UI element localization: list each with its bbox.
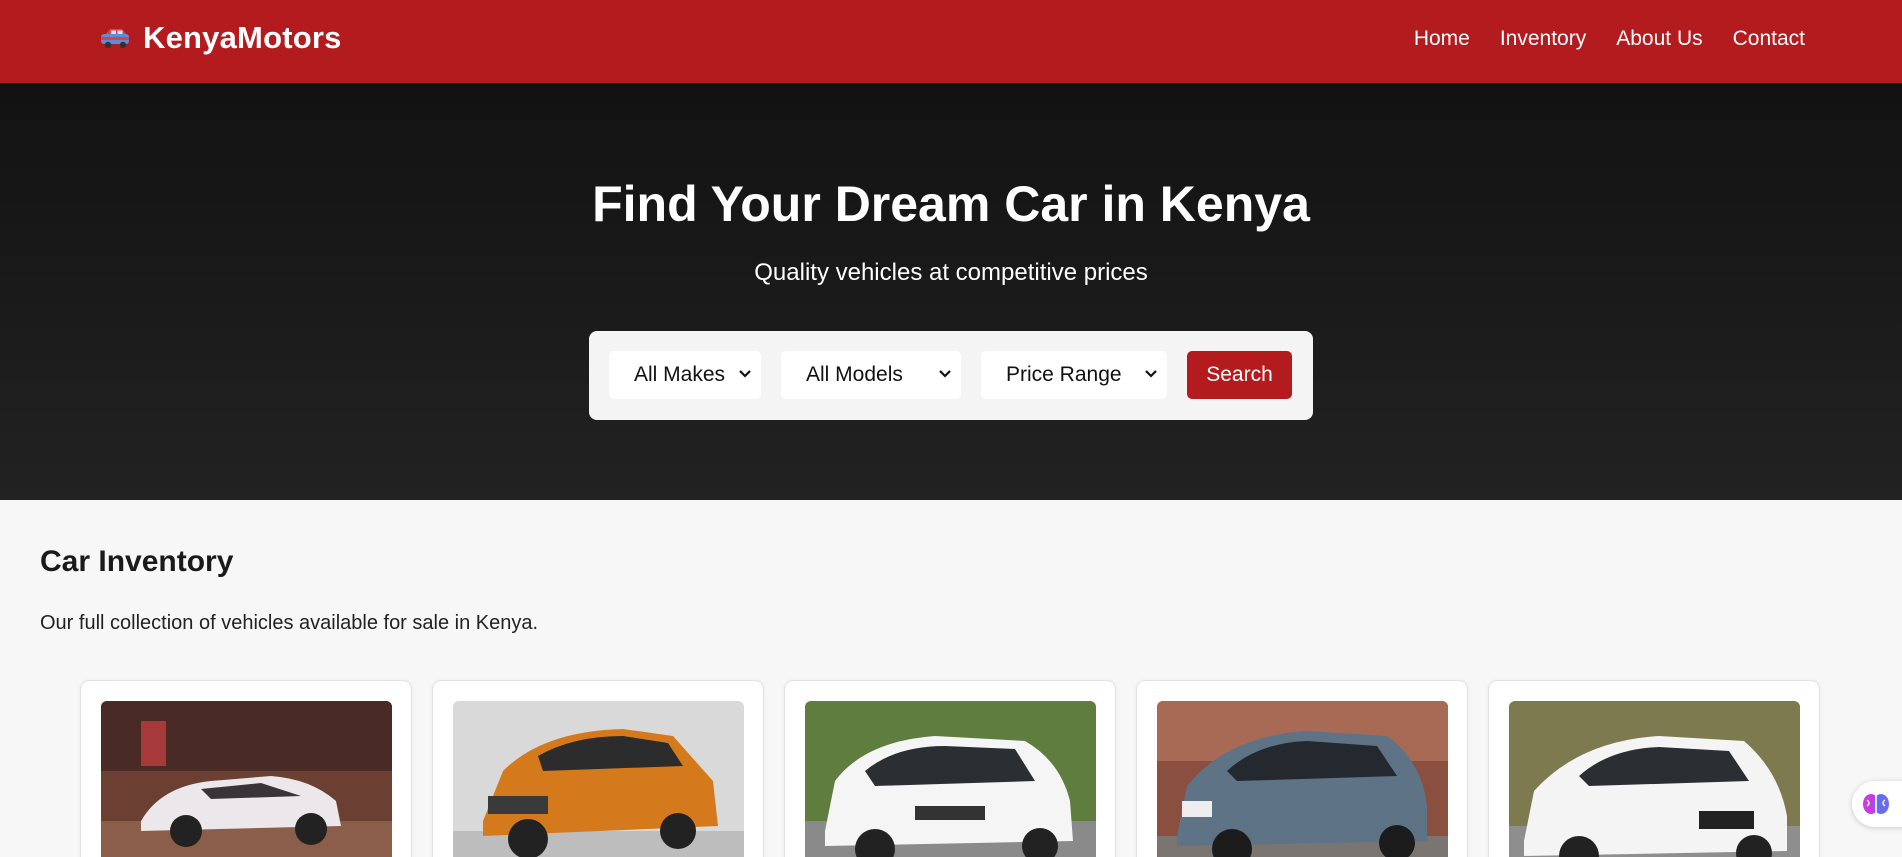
chevron-down-icon — [939, 370, 951, 378]
search-form: All Makes All Models Price Range Search — [589, 331, 1313, 420]
car-photo[interactable] — [1509, 701, 1800, 857]
car-photo[interactable] — [1157, 701, 1448, 857]
hero-title: Find Your Dream Car in Kenya — [592, 176, 1310, 232]
inventory-title: Car Inventory — [40, 545, 234, 578]
car-photo[interactable] — [805, 701, 1096, 857]
hero-subtitle: Quality vehicles at competitive prices — [754, 259, 1148, 286]
site-header: KenyaMotors Home Inventory About Us Cont… — [0, 0, 1902, 83]
car-card[interactable] — [432, 680, 764, 857]
inventory-description: Our full collection of vehicles availabl… — [40, 612, 539, 634]
assistant-button[interactable] — [1852, 781, 1902, 827]
make-select-value: All Makes — [634, 363, 726, 386]
car-card[interactable] — [80, 680, 412, 857]
car-icon — [101, 29, 129, 49]
brand-name: KenyaMotors — [143, 20, 342, 55]
main-nav: Home Inventory About Us Contact — [1414, 27, 1805, 51]
car-photo[interactable] — [101, 701, 392, 857]
price-select-value: Price Range — [1006, 363, 1122, 386]
search-button[interactable]: Search — [1187, 351, 1292, 399]
brain-icon — [1863, 794, 1889, 814]
car-card[interactable] — [1488, 680, 1820, 857]
car-card[interactable] — [1136, 680, 1468, 857]
nav-contact[interactable]: Contact — [1733, 27, 1805, 51]
nav-inventory[interactable]: Inventory — [1500, 27, 1586, 51]
model-select-value: All Models — [806, 363, 903, 386]
hero-section: Find Your Dream Car in Kenya Quality veh… — [0, 83, 1902, 500]
model-select[interactable]: All Models — [781, 351, 961, 399]
chevron-down-icon — [1145, 370, 1157, 378]
brand[interactable]: KenyaMotors — [99, 20, 342, 56]
car-card[interactable] — [784, 680, 1116, 857]
price-range-select[interactable]: Price Range — [981, 351, 1167, 399]
make-select[interactable]: All Makes — [609, 351, 761, 399]
car-photo[interactable] — [453, 701, 744, 857]
nav-about-us[interactable]: About Us — [1616, 27, 1702, 51]
nav-home[interactable]: Home — [1414, 27, 1470, 51]
chevron-down-icon — [739, 370, 751, 378]
